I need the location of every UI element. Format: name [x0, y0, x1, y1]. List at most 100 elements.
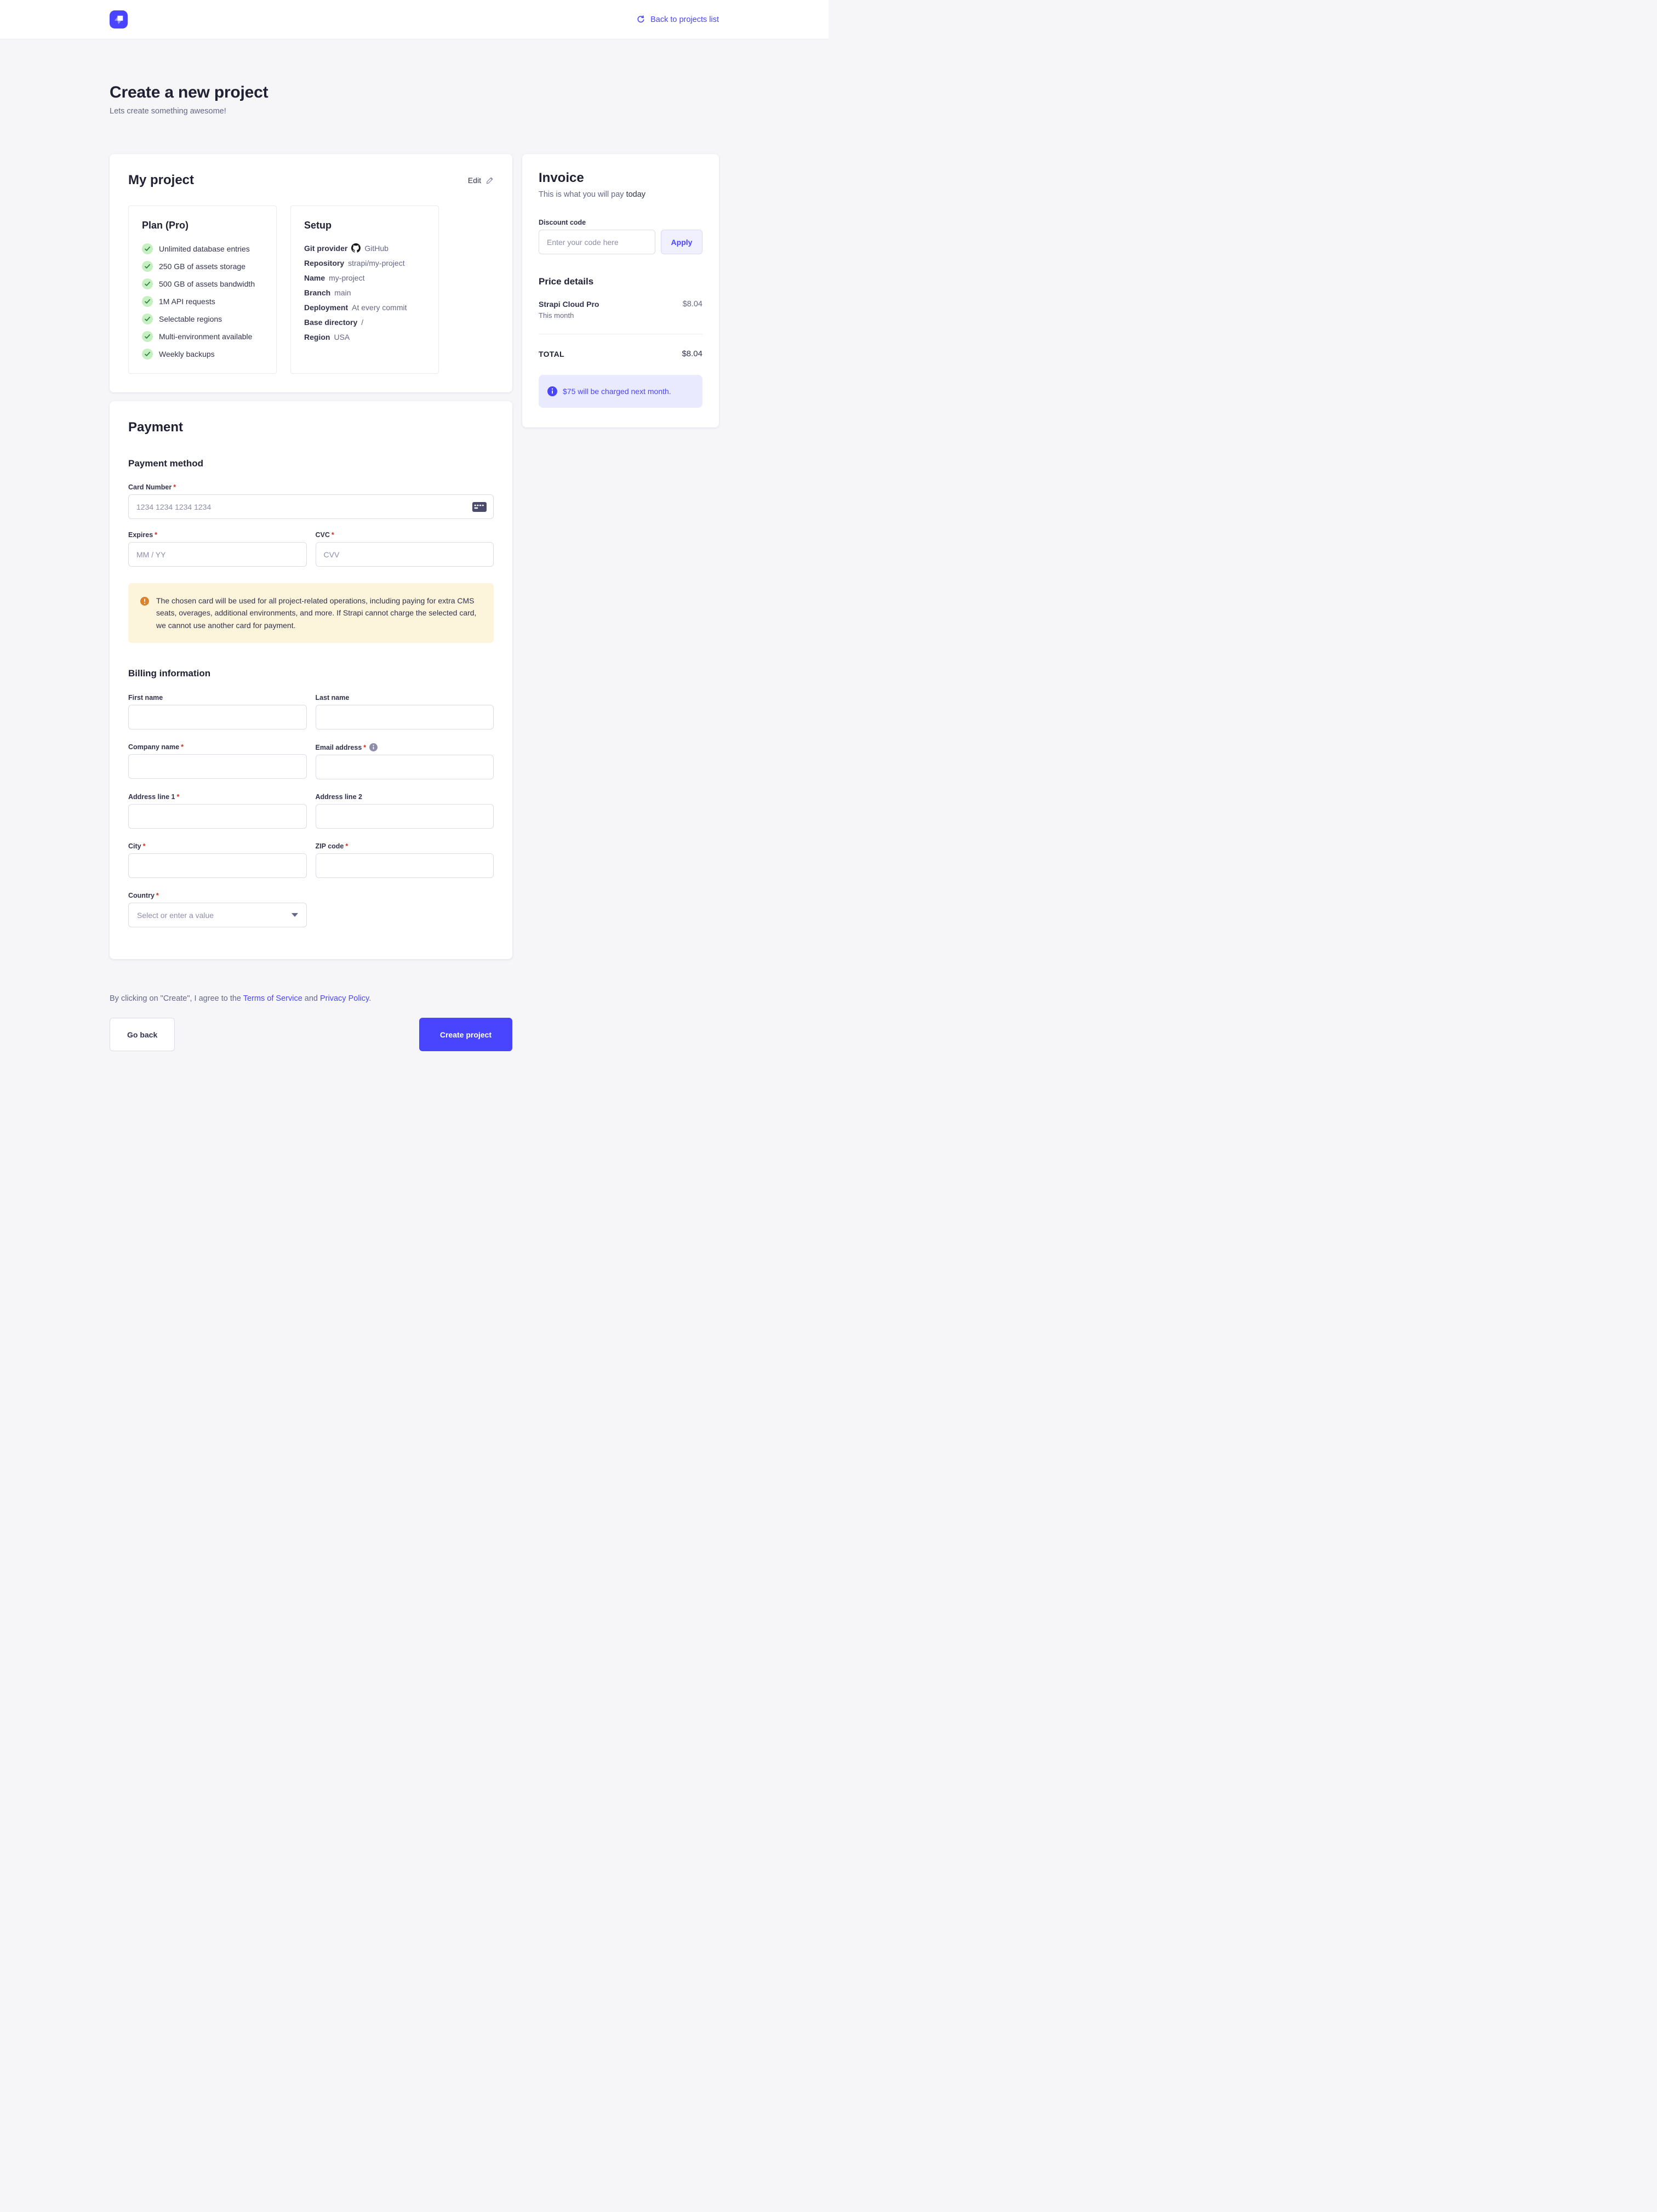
pencil-icon [485, 176, 494, 185]
plan-feature: 500 GB of assets bandwidth [142, 278, 263, 289]
cvc-label: CVC* [316, 531, 494, 539]
billing-information-title: Billing information [128, 668, 494, 679]
line-item-period: This month [539, 311, 599, 320]
plan-feature: Weekly backups [142, 349, 263, 360]
company-name-field: Company name* [128, 743, 307, 779]
discount-code-label: Discount code [539, 219, 702, 226]
required-marker: * [332, 531, 334, 539]
warning-icon [140, 597, 149, 606]
edit-project-button[interactable]: Edit [468, 176, 494, 185]
address-line-1-field: Address line 1* [128, 793, 307, 829]
first-name-input[interactable] [128, 705, 307, 729]
last-name-field: Last name [316, 694, 494, 729]
zip-code-input[interactable] [316, 853, 494, 878]
address-line-1-label: Address line 1* [128, 793, 307, 801]
create-project-button[interactable]: Create project [419, 1018, 512, 1051]
project-card-title: My project [128, 173, 194, 188]
next-month-charge-notice: $75 will be charged next month. [539, 375, 702, 408]
expires-label: Expires* [128, 531, 307, 539]
email-address-label: Email address* [316, 743, 494, 751]
plan-box: Plan (Pro) Unlimited database entries 25… [128, 206, 277, 374]
city-input[interactable] [128, 853, 307, 878]
back-to-projects-link[interactable]: Back to projects list [636, 15, 719, 24]
payment-method-title: Payment method [128, 458, 494, 469]
check-circle-icon [142, 278, 153, 289]
required-marker: * [181, 743, 184, 751]
plan-feature-label: Multi-environment available [159, 332, 252, 341]
setup-row-region: Region USA [304, 333, 425, 341]
credit-card-icon [472, 502, 487, 512]
required-marker: * [143, 842, 146, 850]
plan-feature: 250 GB of assets storage [142, 261, 263, 272]
last-name-label: Last name [316, 694, 494, 702]
zip-code-field: ZIP code* [316, 842, 494, 878]
setup-row-branch: Branch main [304, 288, 425, 297]
price-details-title: Price details [539, 276, 702, 287]
setup-row-repository: Repository strapi/my-project [304, 259, 425, 267]
company-name-input[interactable] [128, 754, 307, 779]
line-item-name: Strapi Cloud Pro [539, 300, 599, 309]
cvc-input[interactable] [316, 542, 494, 567]
back-link-label: Back to projects list [650, 15, 719, 24]
top-navigation-bar: Back to projects list [0, 0, 828, 39]
terms-of-service-link[interactable]: Terms of Service [243, 994, 302, 1003]
check-circle-icon [142, 243, 153, 254]
expires-field: Expires* [128, 531, 307, 567]
check-circle-icon [142, 296, 153, 307]
page-subtitle: Lets create something awesome! [110, 107, 719, 116]
setup-row-git-provider: Git provider GitHub [304, 243, 425, 253]
invoice-subtitle: This is what you will pay today [539, 190, 702, 199]
check-circle-icon [142, 349, 153, 360]
total-label: TOTAL [539, 350, 564, 358]
plan-feature-label: 250 GB of assets storage [159, 262, 245, 271]
company-name-label: Company name* [128, 743, 307, 751]
plan-feature-label: Weekly backups [159, 350, 215, 358]
invoice-title: Invoice [539, 170, 702, 186]
apply-discount-button[interactable]: Apply [661, 230, 702, 254]
address-line-1-input[interactable] [128, 804, 307, 829]
discount-code-input[interactable] [539, 230, 655, 254]
strapi-logo-icon [110, 10, 128, 28]
plan-feature-label: 1M API requests [159, 297, 215, 306]
edit-button-label: Edit [468, 176, 481, 185]
country-select-placeholder: Select or enter a value [137, 911, 214, 920]
plan-feature-label: Unlimited database entries [159, 244, 250, 253]
back-arrow-icon [636, 15, 645, 24]
required-marker: * [176, 793, 179, 801]
city-label: City* [128, 842, 307, 850]
plan-feature: Multi-environment available [142, 331, 263, 342]
plan-feature-label: 500 GB of assets bandwidth [159, 280, 255, 288]
setup-row-base-directory: Base directory / [304, 318, 425, 327]
required-marker: * [173, 483, 176, 491]
plan-feature-label: Selectable regions [159, 315, 222, 323]
check-circle-icon [142, 331, 153, 342]
github-icon [351, 243, 361, 253]
required-marker: * [155, 531, 157, 539]
setup-box: Setup Git provider GitHub Repository str… [290, 206, 439, 374]
plan-feature: Unlimited database entries [142, 243, 263, 254]
first-name-label: First name [128, 694, 307, 702]
privacy-policy-link[interactable]: Privacy Policy [320, 994, 369, 1003]
country-label: Country* [128, 892, 307, 899]
country-select[interactable]: Select or enter a value [128, 903, 307, 927]
go-back-button[interactable]: Go back [110, 1018, 175, 1051]
last-name-input[interactable] [316, 705, 494, 729]
setup-row-name: Name my-project [304, 273, 425, 282]
card-number-input[interactable] [128, 494, 494, 519]
expires-input[interactable] [128, 542, 307, 567]
cvc-field: CVC* [316, 531, 494, 567]
my-project-card: My project Edit Plan (Pro) [110, 154, 512, 392]
required-marker: * [363, 744, 366, 751]
card-number-label: Card Number* [128, 483, 494, 491]
email-address-field: Email address* [316, 743, 494, 779]
strapi-logo[interactable] [110, 10, 128, 28]
address-line-2-input[interactable] [316, 804, 494, 829]
required-marker: * [156, 892, 159, 899]
check-circle-icon [142, 313, 153, 324]
email-address-input[interactable] [316, 755, 494, 779]
info-icon[interactable] [369, 743, 378, 751]
city-field: City* [128, 842, 307, 878]
check-circle-icon [142, 261, 153, 272]
address-line-2-label: Address line 2 [316, 793, 494, 801]
required-marker: * [345, 842, 348, 850]
